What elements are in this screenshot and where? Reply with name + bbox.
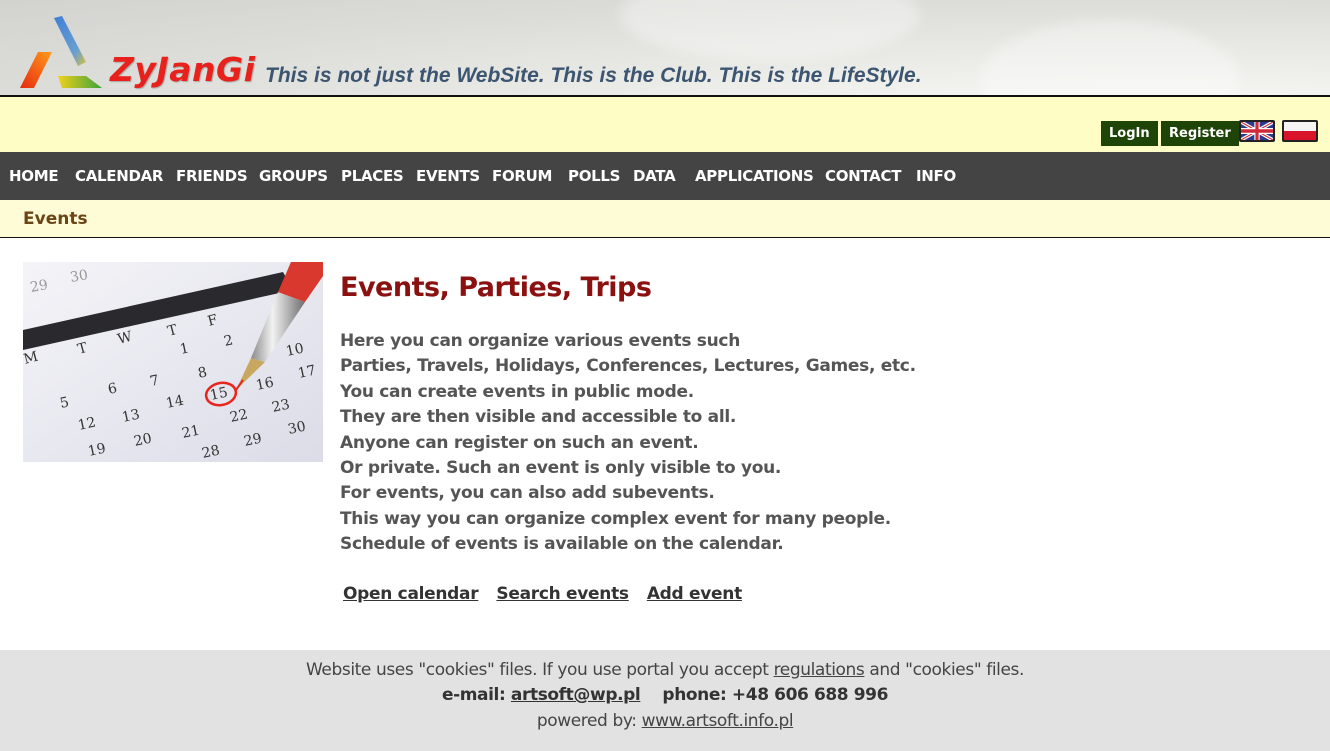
nav-data[interactable]: DATA: [633, 152, 676, 200]
polish-flag-icon[interactable]: [1282, 120, 1318, 142]
nav-calendar[interactable]: CALENDAR: [75, 152, 163, 200]
login-button[interactable]: LogIn: [1101, 121, 1158, 146]
powered-by-label: powered by:: [536, 711, 637, 731]
description-line: Anyone can register on such an event.: [340, 432, 699, 453]
search-events-link[interactable]: Search events: [496, 584, 629, 604]
page-title: Events, Parties, Trips: [340, 272, 652, 303]
email-label: e-mail:: [441, 685, 506, 705]
breadcrumb-current: Events: [23, 209, 88, 229]
footer: Website uses "cookies" files. If you use…: [0, 650, 1330, 751]
top-bar: LogIn Register: [0, 97, 1330, 152]
cloud-decoration: [620, 0, 920, 60]
powered-by-link[interactable]: www.artsoft.info.pl: [642, 711, 794, 731]
description-line: You can create events in public mode.: [340, 381, 694, 402]
contact-line: e-mail: artsoft@wp.pl phone: +48 606 688…: [0, 685, 1330, 705]
description-line: Or private. Such an event is only visibl…: [340, 457, 782, 478]
email-link[interactable]: artsoft@wp.pl: [511, 685, 641, 705]
svg-text:30: 30: [69, 267, 89, 286]
cloud-decoration: [980, 20, 1240, 95]
calendar-image: 29 30 M T W T F 1 2 10 8 6 7 5 14 15 16 …: [23, 262, 323, 462]
nav-places[interactable]: PLACES: [341, 152, 404, 200]
open-calendar-link[interactable]: Open calendar: [343, 584, 479, 604]
description-line: They are then visible and accessible to …: [340, 407, 737, 428]
zyjangi-logo-icon[interactable]: [20, 16, 104, 90]
nav-contact[interactable]: CONTACT: [825, 152, 901, 200]
cookies-notice: Website uses "cookies" files. If you use…: [0, 660, 1330, 680]
event-actions: Open calendar Search events Add event: [343, 584, 755, 604]
svg-text:29: 29: [29, 277, 49, 296]
nav-events[interactable]: EVENTS: [416, 152, 480, 200]
description-line: This way you can organize complex event …: [340, 508, 891, 529]
nav-polls[interactable]: POLLS: [568, 152, 620, 200]
regulations-link[interactable]: regulations: [774, 660, 865, 680]
cookies-text-suffix: and "cookies" files.: [864, 660, 1024, 680]
register-button[interactable]: Register: [1161, 121, 1239, 146]
main-nav: HOME CALENDAR FRIENDS GROUPS PLACES EVEN…: [0, 152, 1330, 200]
nav-groups[interactable]: GROUPS: [259, 152, 328, 200]
header-banner: ZyJanGi This is not just the WebSite. Th…: [0, 0, 1330, 97]
breadcrumb: Events: [0, 200, 1330, 238]
description: Here you can organize various events suc…: [340, 329, 916, 558]
slogan: This is not just the WebSite. This is th…: [265, 64, 922, 87]
add-event-link[interactable]: Add event: [647, 584, 742, 604]
nav-friends[interactable]: FRIENDS: [176, 152, 248, 200]
brand-name[interactable]: ZyJanGi: [110, 50, 255, 89]
nav-forum[interactable]: FORUM: [492, 152, 552, 200]
cookies-text-prefix: Website uses "cookies" files. If you use…: [306, 660, 774, 680]
nav-info[interactable]: INFO: [916, 152, 956, 200]
nav-home[interactable]: HOME: [9, 152, 59, 200]
english-flag-icon[interactable]: [1239, 120, 1275, 142]
description-line: Schedule of events is available on the c…: [340, 534, 784, 555]
nav-applications[interactable]: APPLICATIONS: [695, 152, 814, 200]
description-line: Here you can organize various events suc…: [340, 331, 741, 351]
phone-text: phone: +48 606 688 996: [662, 685, 889, 705]
powered-by-line: powered by: www.artsoft.info.pl: [0, 711, 1330, 731]
description-line: Parties, Travels, Holidays, Conferences,…: [340, 356, 916, 377]
description-line: For events, you can also add subevents.: [340, 483, 715, 504]
